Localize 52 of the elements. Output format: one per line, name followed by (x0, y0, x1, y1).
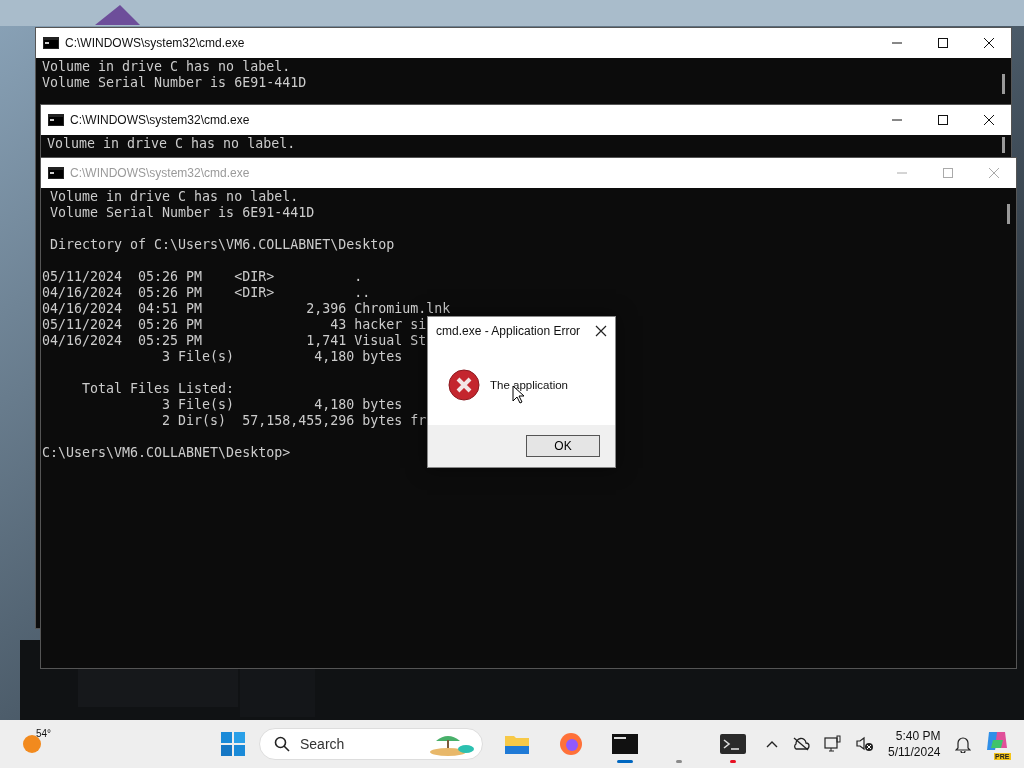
window-title: C:\WINDOWS\system32\cmd.exe (70, 166, 250, 180)
monitor-icon[interactable] (824, 735, 842, 753)
close-icon[interactable] (983, 37, 995, 49)
scrollbar-thumb[interactable] (1007, 204, 1010, 224)
console-line: 04/16/2024 04:51 PM 2,396 Chromium.lnk (42, 301, 451, 317)
console-line: Total Files Listed: (81, 381, 235, 397)
bell-icon[interactable] (954, 735, 971, 753)
dialog-title: cmd.exe - Application Error (436, 324, 581, 338)
console-line: 04/16/2024 05:26 PM <DIR> .. (42, 285, 371, 301)
console-line: 05/11/2024 05:26 PM 43 hacker si (42, 317, 427, 333)
console-line: Directory of C:\Users\VM6.COLLABNET\Desktop (49, 237, 395, 253)
console-line: 3 File(s) 4,180 bytes (161, 397, 403, 413)
console-line: Volume in drive C has no label. (42, 59, 291, 75)
console-line: Volume in drive C has no label. (47, 136, 296, 152)
windows-start-icon[interactable] (221, 732, 245, 756)
chevron-up-icon[interactable] (766, 740, 778, 748)
console-line: 2 Dir(s) 57,158,455,296 bytes fr (161, 413, 427, 429)
console-icon (43, 37, 59, 49)
search-icon (274, 736, 290, 752)
close-icon[interactable] (595, 325, 607, 337)
speaker-muted-icon[interactable] (856, 736, 874, 752)
clock-date: 5/11/2024 (888, 744, 941, 760)
console-line: C:\Users\VM6.COLLABNET\Desktop> (42, 445, 291, 461)
maximize-icon[interactable] (937, 114, 949, 126)
folder-icon (505, 734, 529, 754)
search-field[interactable]: Search (298, 735, 420, 753)
terminal-icon (720, 734, 746, 754)
close-icon[interactable] (983, 114, 995, 126)
search-box[interactable]: Search (259, 728, 483, 760)
scrollbar-thumb[interactable] (1002, 74, 1005, 94)
copilot-icon[interactable] (984, 730, 1009, 752)
maximize-icon[interactable] (937, 37, 949, 49)
clock-time: 5:40 PM (895, 728, 941, 744)
console-line: 3 File(s) 4,180 bytes (161, 349, 403, 365)
console-icon (612, 734, 638, 754)
temperature: 54° (36, 728, 52, 739)
console-line: Volume Serial Number is 6E91-441D (42, 75, 307, 91)
ok-button[interactable]: OK (526, 435, 600, 457)
console-icon (48, 114, 64, 126)
window-title: C:\WINDOWS\system32\cmd.exe (65, 36, 245, 50)
fox-globe-icon (559, 732, 583, 756)
clock[interactable]: 5:40 PM 5/11/2024 (888, 728, 941, 760)
error-icon (448, 369, 480, 401)
cloud-off-icon[interactable] (792, 737, 810, 751)
console-line: Volume Serial Number is 6E91-441D (49, 205, 315, 221)
console-line: Volume in drive C has no label. (49, 189, 299, 205)
console-icon (48, 167, 64, 179)
window-title: C:\WINDOWS\system32\cmd.exe (70, 113, 250, 127)
error-message: The application (490, 379, 568, 391)
console-line: 04/16/2024 05:25 PM 1,741 Visual St (42, 333, 427, 349)
scrollbar-thumb[interactable] (1002, 137, 1005, 153)
console-line: 05/11/2024 05:26 PM <DIR> . (42, 269, 363, 285)
